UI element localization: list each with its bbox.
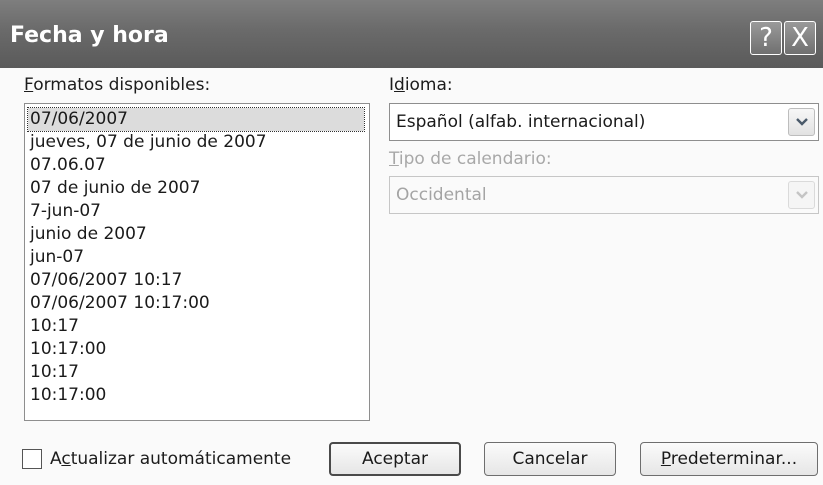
auto-update-label[interactable]: Actualizar automáticamente [50,449,291,469]
date-time-dialog: Fecha y hora ? X Formatos disponibles: 0… [0,0,823,485]
list-item[interactable]: 07/06/2007 10:17 [28,269,364,292]
close-icon: X [791,23,809,53]
list-item[interactable]: 07.06.07 [28,154,364,177]
language-dropdown-button[interactable] [788,108,815,136]
chevron-down-icon [796,191,808,199]
calendar-label: Tipo de calendario: [389,149,552,169]
chevron-down-icon [796,118,808,126]
list-item[interactable]: 07/06/2007 [27,107,365,132]
auto-update-checkbox[interactable] [22,449,42,469]
list-item[interactable]: jueves, 07 de junio de 2007 [28,131,364,154]
help-button[interactable]: ? [750,21,782,55]
formats-label: Formatos disponibles: [24,75,211,95]
formats-listbox[interactable]: 07/06/2007 jueves, 07 de junio de 2007 0… [24,103,370,421]
calendar-value: Occidental [396,185,487,205]
list-item[interactable]: 7-jun-07 [28,200,364,223]
list-item[interactable]: 07/06/2007 10:17:00 [28,292,364,315]
language-value: Español (alfab. internacional) [396,112,646,132]
default-button[interactable]: Predeterminar... [640,442,818,476]
list-item[interactable]: 07 de junio de 2007 [28,177,364,200]
ok-button[interactable]: Aceptar [329,442,461,476]
list-item[interactable]: 10:17:00 [28,338,364,361]
help-icon: ? [759,23,773,53]
list-item[interactable]: 10:17:00 [28,384,364,407]
calendar-dropdown-button[interactable] [788,181,815,209]
list-item[interactable]: junio de 2007 [28,223,364,246]
language-dropdown[interactable]: Español (alfab. internacional) [389,103,819,141]
list-item[interactable]: 10:17 [28,315,364,338]
cancel-button[interactable]: Cancelar [484,442,616,476]
list-item[interactable]: jun-07 [28,246,364,269]
close-button[interactable]: X [784,21,816,55]
title-bar[interactable]: Fecha y hora ? X [0,0,823,68]
dialog-title: Fecha y hora [10,23,169,48]
language-label: Idioma: [389,75,453,95]
calendar-dropdown[interactable]: Occidental [389,176,819,214]
list-item[interactable]: 10:17 [28,361,364,384]
